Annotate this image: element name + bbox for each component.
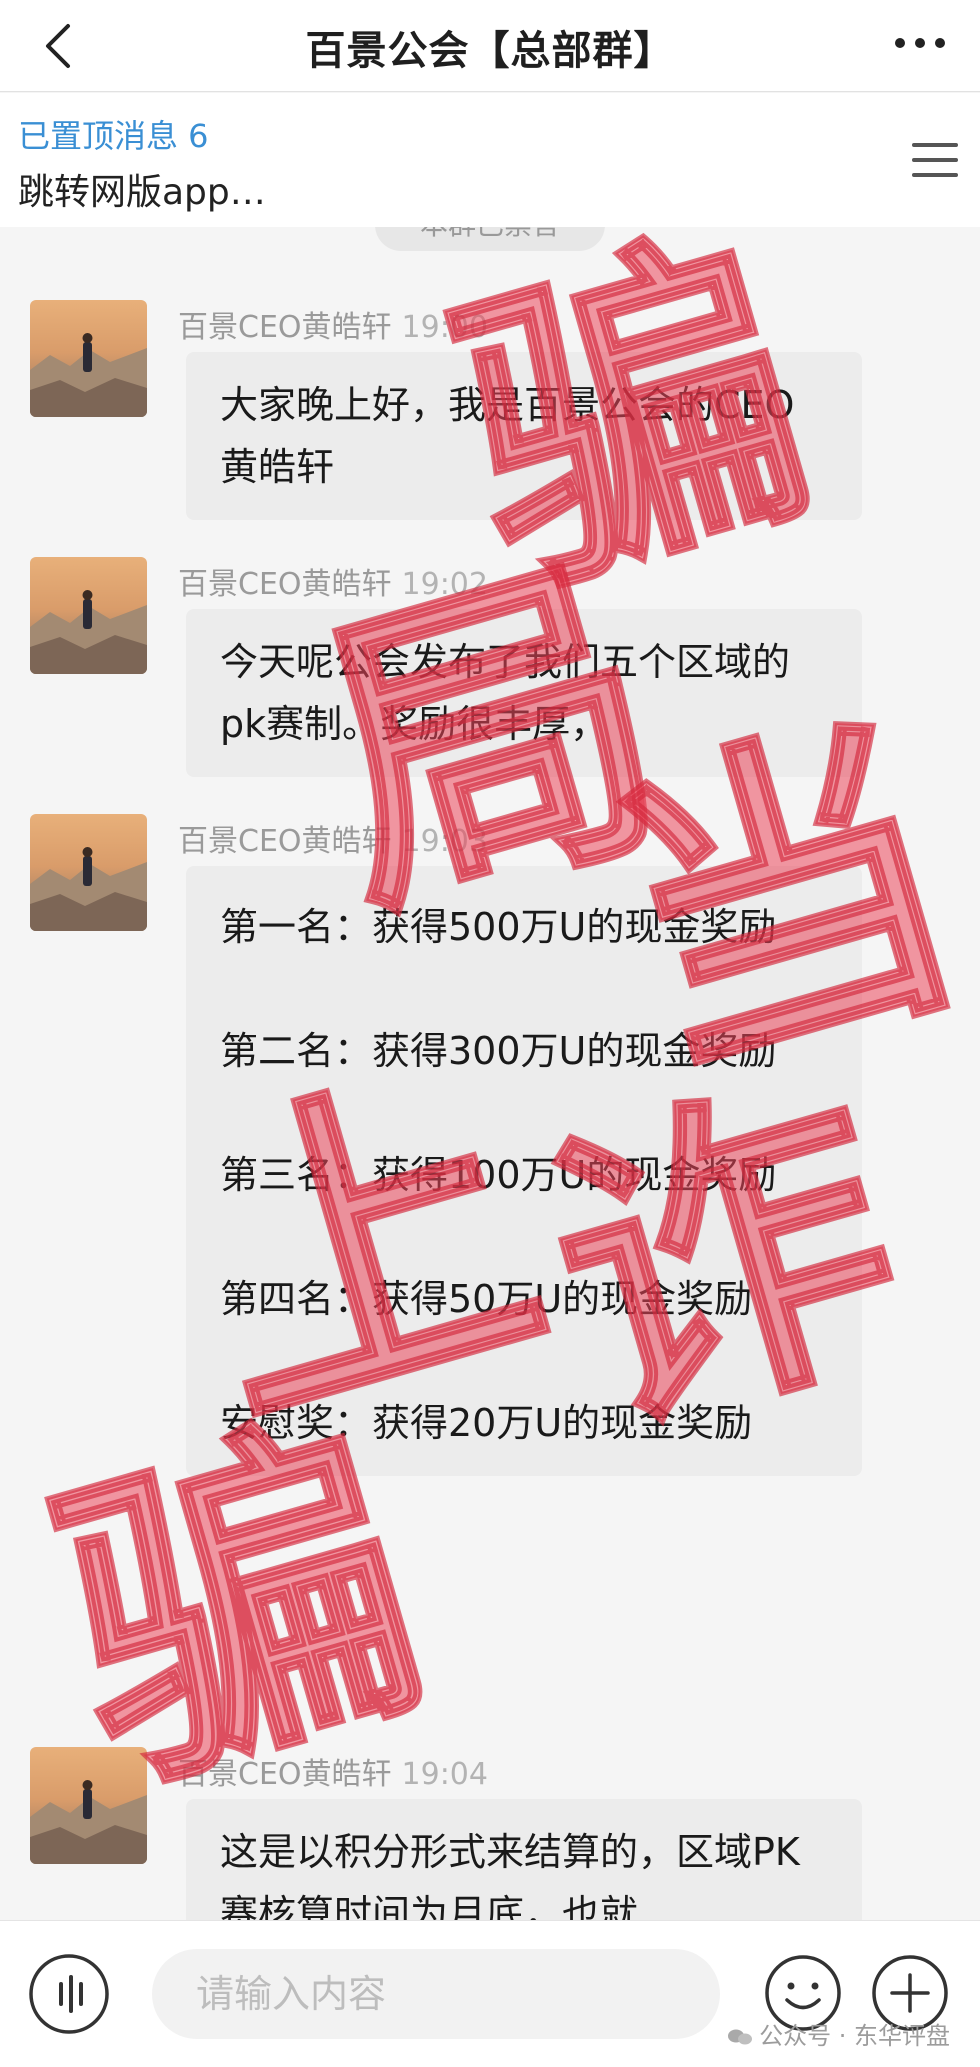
message-meta: 百景CEO黄皓轩 19:04 [178, 1749, 488, 1793]
message-text: 今天呢公会发布了我们五个区域的pk赛制。奖励很丰厚， [220, 640, 791, 746]
message-meta: 百景CEO黄皓轩 19:00 [178, 302, 488, 346]
watermark-text: 公众号 · 东华评盘 [759, 2022, 950, 2050]
wechat-account-watermark: 公众号 · 东华评盘 [727, 2016, 950, 2051]
message-meta: 百景CEO黄皓轩 19:03 [178, 816, 488, 860]
message-meta: 百景CEO黄皓轩 19:02 [178, 559, 488, 603]
avatar[interactable] [30, 557, 147, 674]
group-title: 百景公会【总部群】 [305, 28, 675, 74]
top-bar: 百景公会【总部群】 [0, 0, 980, 92]
wechat-icon [728, 2029, 753, 2045]
message-text: 安慰奖：获得20万U的现金奖励 [220, 1401, 753, 1445]
message-time: 19:02 [401, 567, 488, 602]
group-muted-notice: 本群已禁言 [375, 227, 605, 251]
chat-message: 百景CEO黄皓轩 19:02 今天呢公会发布了我们五个区域的pk赛制。奖励很丰厚， [0, 557, 980, 777]
message-text: 第四名：获得50万U的现金奖励 [220, 1277, 753, 1321]
voice-wave-icon [29, 1954, 109, 2034]
message-text: 第三名：获得100万U的现金奖励 [220, 1153, 777, 1197]
avatar[interactable] [30, 300, 147, 417]
input-bar: 公众号 · 东华评盘 [0, 1920, 980, 2067]
message-time: 19:04 [401, 1757, 488, 1792]
more-button[interactable] [890, 28, 950, 58]
message-time: 19:00 [401, 310, 488, 345]
message-text: 第一名：获得500万U的现金奖励 [220, 905, 777, 949]
avatar[interactable] [30, 1747, 147, 1864]
message-bubble[interactable]: 第一名：获得500万U的现金奖励 第二名：获得300万U的现金奖励 第三名：获得… [186, 866, 862, 1476]
chat-message: 百景CEO黄皓轩 19:00 大家晚上好，我是百景公会的CEO 黄皓轩 [0, 300, 980, 520]
sender-name: 百景CEO黄皓轩 [178, 310, 392, 345]
avatar[interactable] [30, 814, 147, 931]
chat-message: 百景CEO黄皓轩 19:04 这是以积分形式来结算的，区域PK赛核算时间为月底，也… [0, 1747, 980, 1920]
message-bubble[interactable]: 今天呢公会发布了我们五个区域的pk赛制。奖励很丰厚， [186, 609, 862, 777]
pinned-count-label: 已置顶消息 6 [18, 117, 209, 155]
more-dots-icon [895, 38, 945, 48]
message-text: 第二名：获得300万U的现金奖励 [220, 1029, 777, 1073]
pinned-message-text[interactable]: 跳转网版app… [18, 163, 266, 215]
message-input[interactable] [152, 1949, 720, 2039]
chat-message: 百景CEO黄皓轩 19:03 第一名：获得500万U的现金奖励 第二名：获得300… [0, 814, 980, 1714]
pinned-message-bar[interactable]: 已置顶消息 6 跳转网版app… [0, 93, 980, 227]
message-bubble[interactable]: 大家晚上好，我是百景公会的CEO 黄皓轩 [186, 352, 862, 520]
hamburger-menu-icon [912, 143, 958, 177]
message-text: 大家晚上好，我是百景公会的CEO 黄皓轩 [220, 383, 833, 489]
sender-name: 百景CEO黄皓轩 [178, 1757, 392, 1792]
sender-name: 百景CEO黄皓轩 [178, 567, 392, 602]
message-text: 这是以积分形式来结算的，区域PK赛核算时间为月底，也就 [220, 1830, 800, 1920]
pinned-list-button[interactable] [908, 133, 962, 187]
message-bubble[interactable]: 这是以积分形式来结算的，区域PK赛核算时间为月底，也就 [186, 1799, 862, 1920]
message-time: 19:03 [401, 824, 488, 859]
voice-button[interactable] [28, 1953, 110, 2035]
chat-area[interactable]: 本群已禁言 百景CEO黄皓轩 19:00 大家晚上好，我是百景公会的CEO 黄皓轩 [0, 227, 980, 1920]
sender-name: 百景CEO黄皓轩 [178, 824, 392, 859]
